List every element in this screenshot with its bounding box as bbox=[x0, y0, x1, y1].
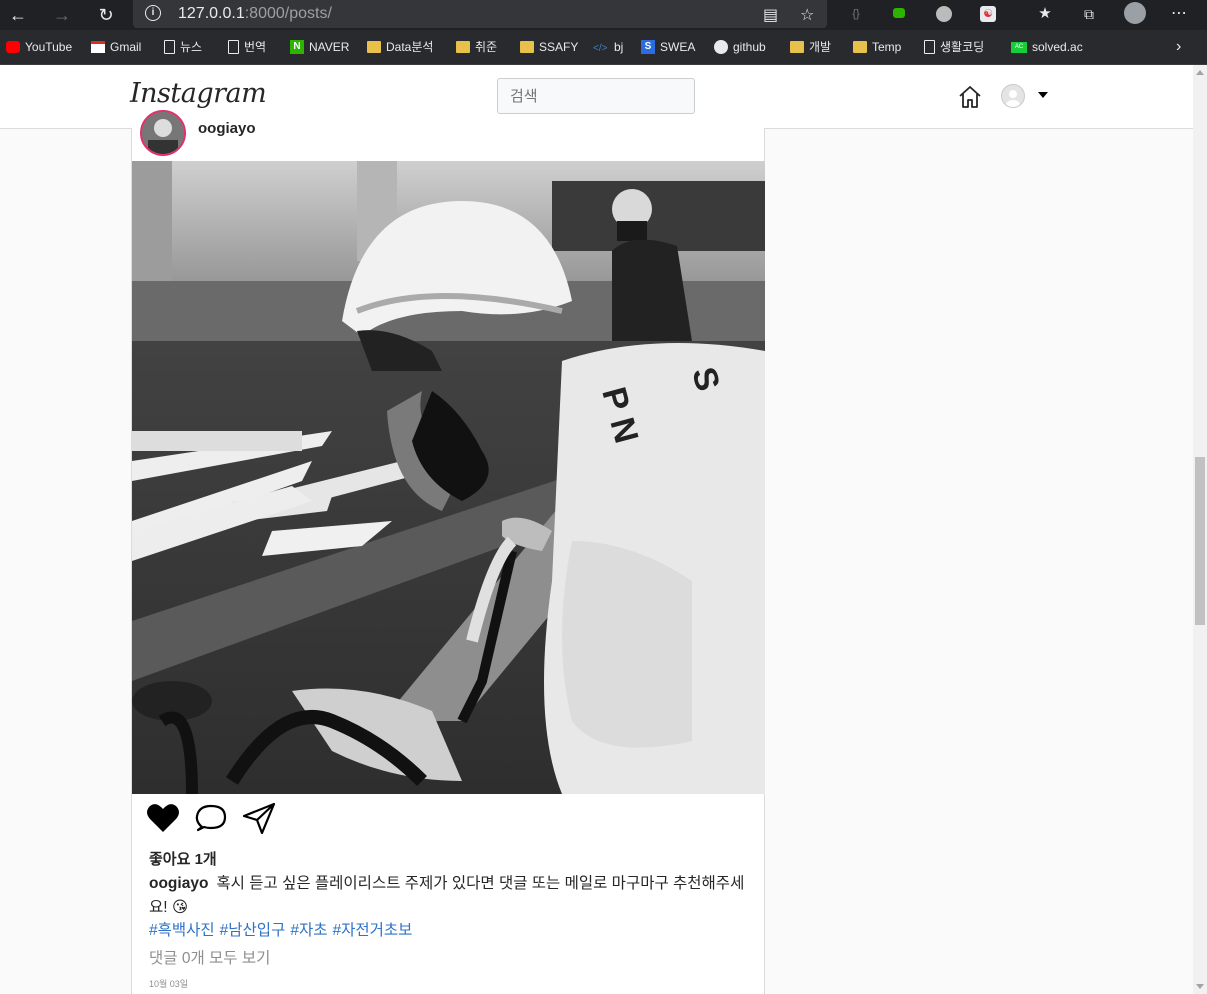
like-count[interactable]: 좋아요 1개 bbox=[149, 848, 217, 869]
caption-text: 혹시 듣고 싶은 플레이리스트 주제가 있다면 댓글 또는 메일로 마구마구 추… bbox=[149, 875, 745, 916]
instagram-logo[interactable]: Instagram bbox=[130, 78, 267, 109]
bookmark-solved-ac[interactable]: AC solved.ac bbox=[1011, 38, 1083, 56]
bookmark-youtube[interactable]: YouTube bbox=[6, 38, 72, 56]
share-direct-icon[interactable] bbox=[242, 802, 276, 834]
page-viewport: Instagram oogiayo bbox=[0, 65, 1193, 994]
extension-tree-icon[interactable]: ☯ bbox=[980, 6, 996, 22]
post-card: oogiayo P N S 좋아요 1개 oogiayo 혹시 듣고 싶은 플레… bbox=[131, 110, 765, 994]
bookmark-bj[interactable]: </> bj bbox=[593, 38, 623, 56]
solved-icon: AC bbox=[1011, 41, 1027, 53]
swea-icon: S bbox=[641, 40, 655, 54]
bookmark-data-analysis[interactable]: Data분석 bbox=[367, 38, 433, 56]
bookmark-dev[interactable]: 개발 bbox=[790, 38, 831, 56]
post-date: 10월 03일 bbox=[149, 979, 189, 989]
bookmark-news[interactable]: 뉴스 bbox=[164, 38, 202, 56]
scrollbar-thumb[interactable] bbox=[1195, 457, 1205, 625]
bookmark-jobs[interactable]: 취준 bbox=[456, 38, 497, 56]
youtube-icon bbox=[6, 41, 20, 53]
caption-username[interactable]: oogiayo bbox=[149, 875, 208, 892]
hashtag-link[interactable]: #남산입구 bbox=[220, 922, 286, 939]
forward-button[interactable]: → bbox=[50, 4, 74, 26]
reload-button[interactable]: ↻ bbox=[94, 4, 118, 26]
gmail-icon bbox=[91, 41, 105, 53]
extension-flag-icon[interactable] bbox=[893, 8, 905, 18]
post-author-username[interactable]: oogiayo bbox=[198, 120, 256, 137]
hashtag-link[interactable]: #흑백사진 bbox=[149, 922, 215, 939]
profile-avatar-icon[interactable] bbox=[1124, 2, 1146, 24]
post-actions bbox=[146, 801, 276, 835]
scroll-up-arrow-icon[interactable] bbox=[1196, 70, 1204, 75]
extension-shield-icon[interactable] bbox=[936, 6, 952, 22]
folder-icon bbox=[790, 41, 804, 53]
url-text: 127.0.0.1:8000/posts/ bbox=[178, 5, 332, 22]
naver-icon: N bbox=[290, 40, 304, 54]
page-scrollbar[interactable] bbox=[1193, 65, 1207, 994]
bookmark-ssafy[interactable]: SSAFY bbox=[520, 38, 578, 56]
folder-icon bbox=[520, 41, 534, 53]
collections-icon[interactable]: ⧉ bbox=[1081, 6, 1097, 22]
github-icon bbox=[714, 40, 728, 54]
hashtag-link[interactable]: #자전거초보 bbox=[332, 922, 412, 939]
post-author-avatar[interactable] bbox=[140, 110, 186, 156]
bookmark-temp[interactable]: Temp bbox=[853, 38, 901, 56]
address-bar[interactable]: i 127.0.0.1:8000/posts/ ▤ ☆ bbox=[133, 0, 827, 28]
profile-dropdown-caret-icon[interactable] bbox=[1038, 92, 1048, 98]
comment-icon[interactable] bbox=[194, 802, 228, 834]
folder-icon bbox=[456, 41, 470, 53]
search-input[interactable] bbox=[497, 78, 695, 114]
back-button[interactable]: ← bbox=[6, 4, 30, 26]
more-menu-icon[interactable]: ⋯ bbox=[1171, 6, 1187, 22]
bookmarks-overflow-chevron-icon[interactable]: › bbox=[1176, 38, 1181, 56]
bookmark-swea[interactable]: S SWEA bbox=[641, 38, 695, 56]
bookmark-github[interactable]: github bbox=[714, 38, 766, 56]
post-photo[interactable]: P N S bbox=[132, 161, 765, 794]
bookmark-translate[interactable]: 번역 bbox=[228, 38, 266, 56]
view-all-comments-link[interactable]: 댓글 0개 모두 보기 bbox=[149, 946, 270, 968]
favorite-star-icon[interactable]: ☆ bbox=[800, 5, 814, 25]
page-icon bbox=[228, 40, 239, 54]
post-caption: oogiayo 혹시 듣고 싶은 플레이리스트 주제가 있다면 댓글 또는 메일로… bbox=[149, 872, 761, 920]
bookmark-gmail[interactable]: Gmail bbox=[91, 38, 141, 56]
code-icon: </> bbox=[593, 43, 608, 54]
like-heart-icon[interactable] bbox=[146, 802, 180, 834]
favorites-icon[interactable]: ★ bbox=[1037, 6, 1053, 22]
bookmarks-bar: YouTube Gmail 뉴스 번역 N NAVER Data분석 취준 SSA… bbox=[0, 30, 1207, 65]
folder-icon bbox=[853, 41, 867, 53]
browser-toolbar: ← → ↻ i 127.0.0.1:8000/posts/ ▤ ☆ {} ☯ ★… bbox=[0, 0, 1207, 30]
page-icon bbox=[924, 40, 935, 54]
bookmark-opentutorials[interactable]: 생활코딩 bbox=[924, 38, 984, 56]
hashtag-list: #흑백사진 #남산입구 #자초 #자전거초보 bbox=[149, 918, 417, 940]
user-avatar[interactable] bbox=[1001, 84, 1025, 108]
site-info-icon[interactable]: i bbox=[145, 5, 161, 21]
scroll-down-arrow-icon[interactable] bbox=[1196, 984, 1204, 989]
home-icon[interactable] bbox=[958, 85, 982, 109]
hashtag-link[interactable]: #자초 bbox=[290, 922, 327, 939]
bookmark-naver[interactable]: N NAVER bbox=[290, 38, 349, 56]
extension-braces-icon[interactable]: {} bbox=[848, 6, 864, 22]
reader-mode-icon[interactable]: ▤ bbox=[763, 5, 778, 25]
folder-icon bbox=[367, 41, 381, 53]
page-icon bbox=[164, 40, 175, 54]
